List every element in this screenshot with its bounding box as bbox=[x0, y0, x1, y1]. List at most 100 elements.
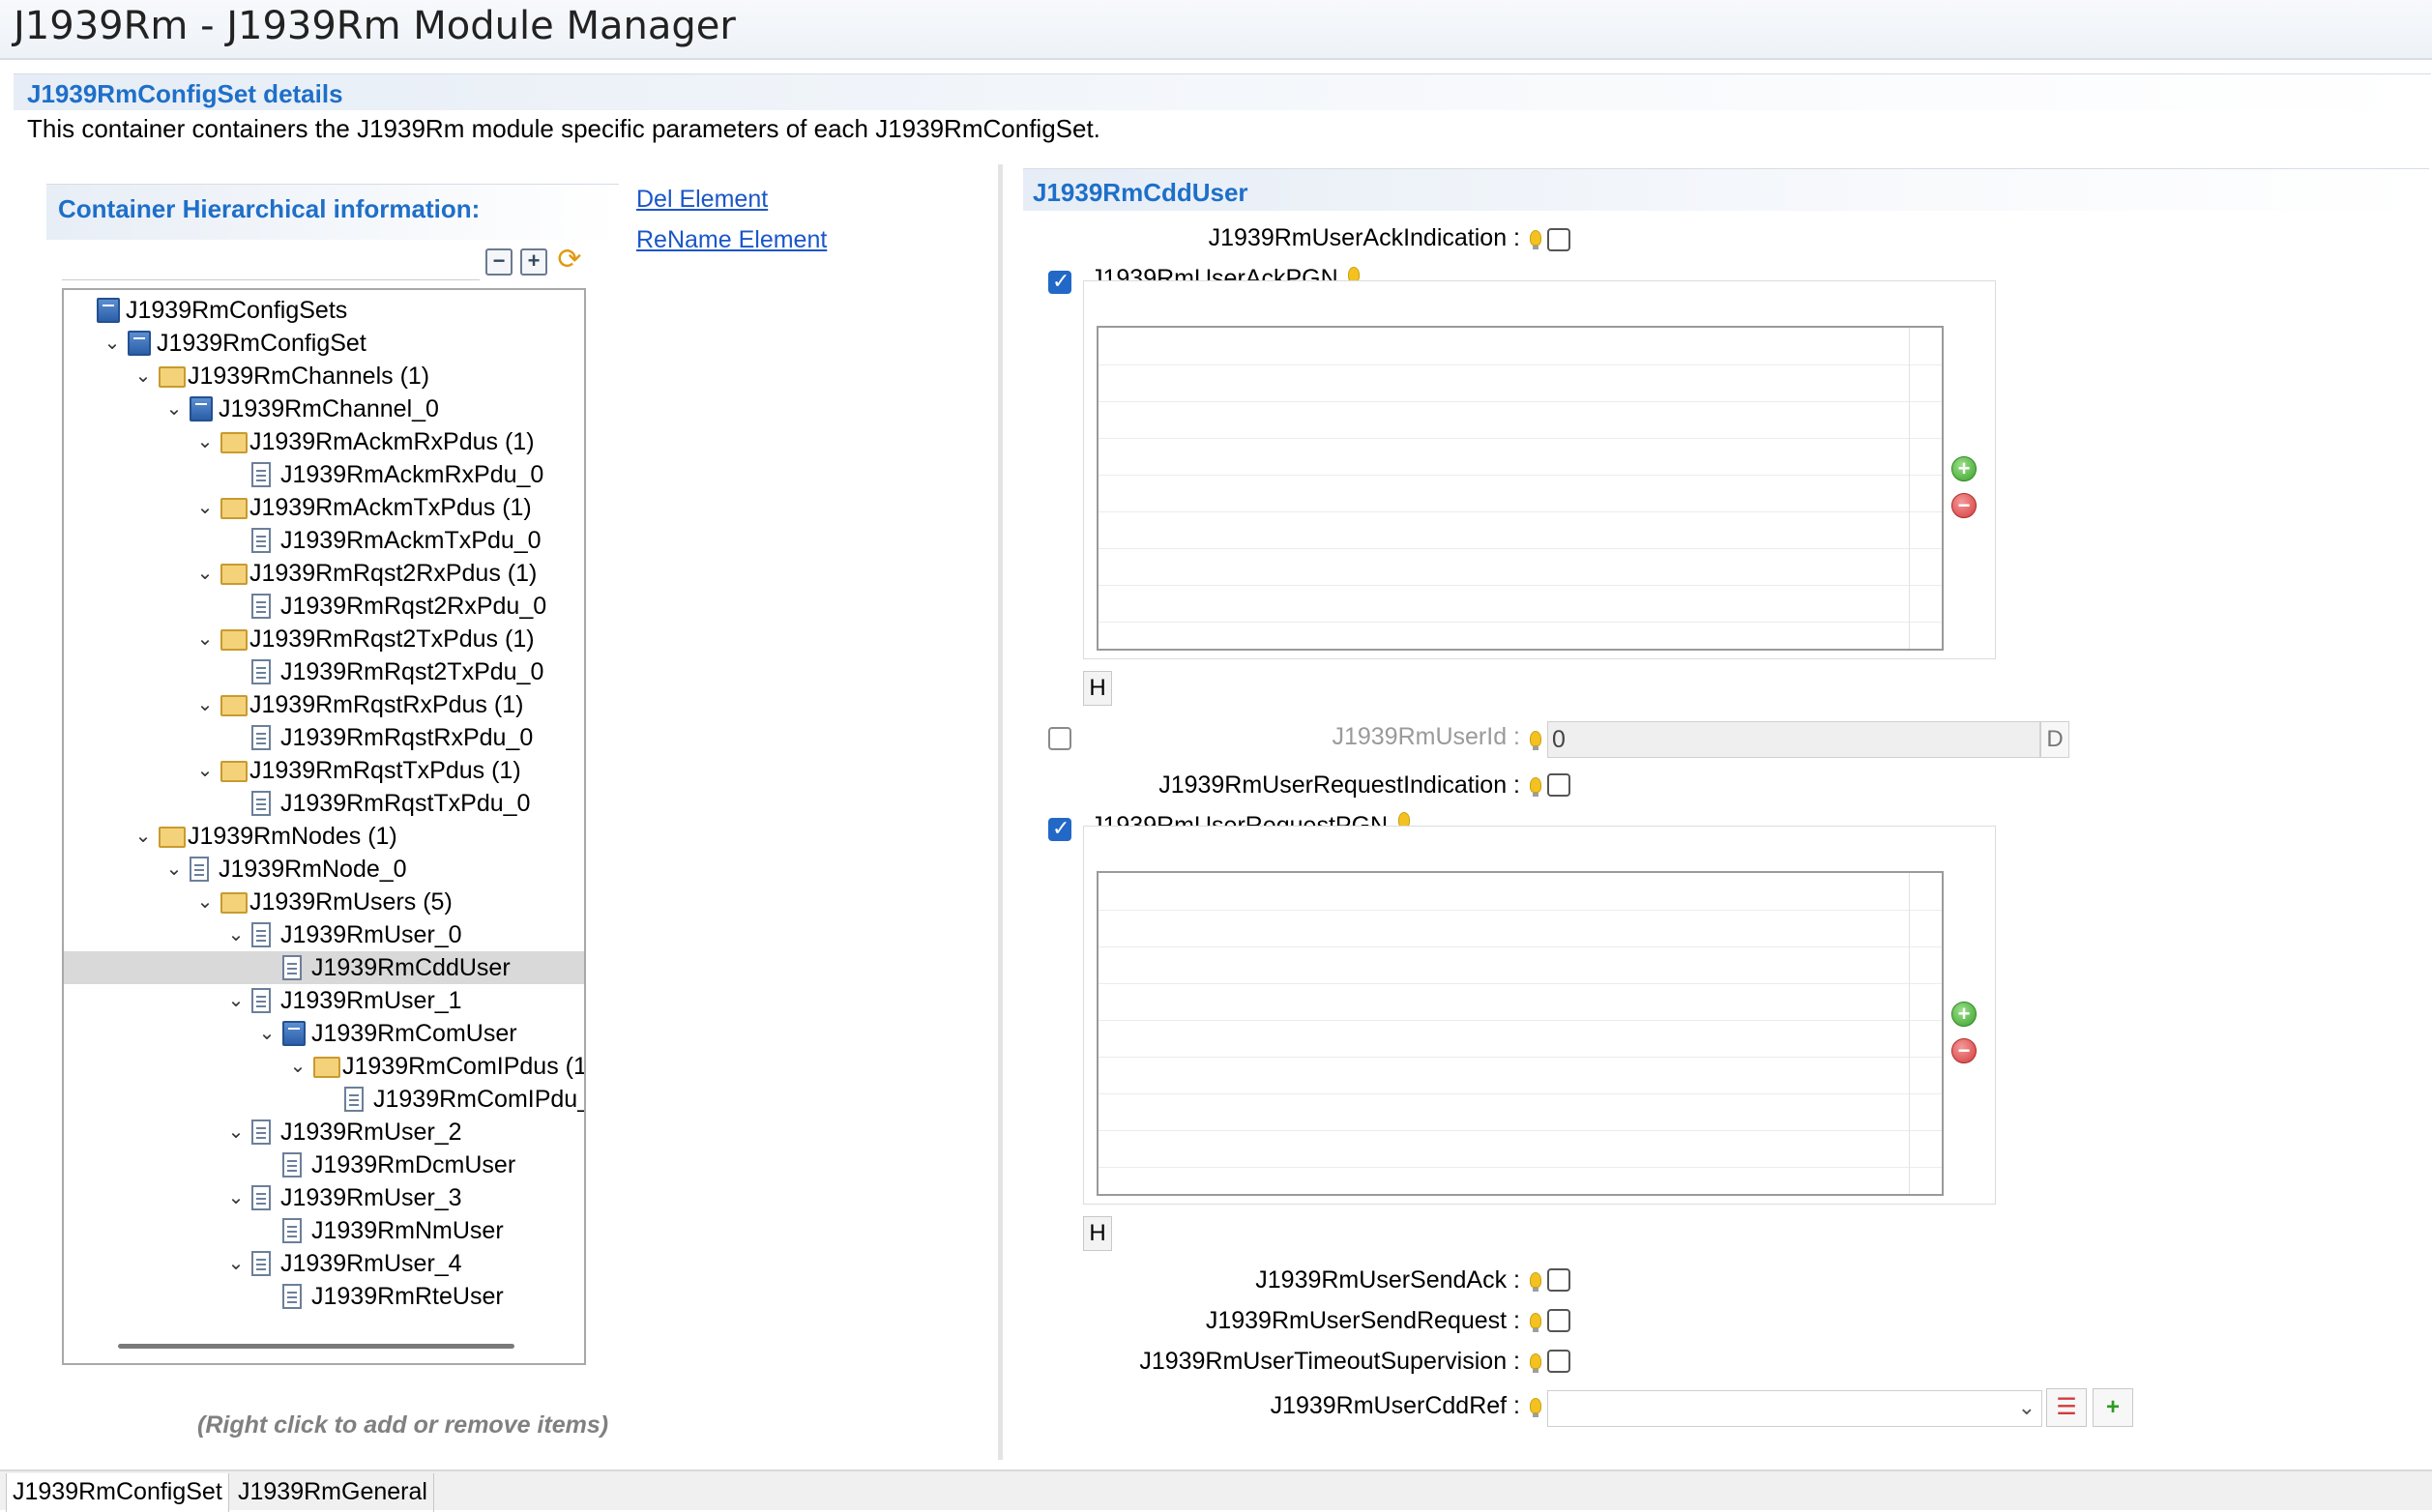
tree-item[interactable]: ⌄ J1939RmAckmTxPdus (1) bbox=[64, 491, 584, 524]
chevron-down-icon[interactable]: ⌄ bbox=[132, 822, 155, 851]
tree-item-label: J1939RmNode_0 bbox=[219, 856, 407, 883]
tree-item[interactable]: J1939RmCddUser bbox=[64, 951, 584, 984]
tree-item[interactable]: J1939RmComIPdu_0 bbox=[64, 1083, 584, 1116]
chevron-down-icon[interactable]: ⌄ bbox=[224, 1249, 248, 1278]
tree-item[interactable]: ⌄ J1939RmUser_0 bbox=[64, 918, 584, 951]
rename-element-link[interactable]: ReName Element bbox=[636, 226, 827, 254]
tree-item[interactable]: J1939RmAckmRxPdu_0 bbox=[64, 458, 584, 491]
tree-item[interactable]: J1939RmRqstTxPdu_0 bbox=[64, 787, 584, 820]
chevron-down-icon[interactable]: ⌄ bbox=[132, 362, 155, 391]
document-icon bbox=[190, 857, 209, 882]
send-request-checkbox[interactable] bbox=[1547, 1309, 1570, 1332]
list-icon[interactable]: ☰ bbox=[2046, 1388, 2087, 1427]
tree-filter-input[interactable] bbox=[62, 244, 480, 280]
chevron-down-icon[interactable]: ⌄ bbox=[224, 920, 248, 949]
ack-pgn-enable-checkbox[interactable] bbox=[1048, 269, 1071, 294]
request-pgn-enable-checkbox[interactable] bbox=[1048, 816, 1071, 841]
request-pgn-remove-icon[interactable]: − bbox=[1951, 1038, 1977, 1063]
tree-item-label: J1939RmRqstRxPdu_0 bbox=[280, 724, 534, 751]
tree-item[interactable]: ⌄ J1939RmRqstTxPdus (1) bbox=[64, 754, 584, 787]
tree-item[interactable]: ⌄ J1939RmNodes (1) bbox=[64, 820, 584, 853]
tree-item[interactable]: ⌄ J1939RmComIPdus (1) bbox=[64, 1050, 584, 1083]
chevron-down-icon[interactable]: ⌄ bbox=[193, 625, 217, 654]
timeout-supervision-hint-icon[interactable] bbox=[1530, 1353, 1541, 1373]
collapse-all-icon[interactable]: − bbox=[485, 248, 513, 276]
tree-item[interactable]: ⌄ J1939RmUser_2 bbox=[64, 1116, 584, 1149]
chevron-down-icon[interactable]: ⌄ bbox=[2018, 1395, 2036, 1420]
sync-icon[interactable]: ⟳ bbox=[553, 244, 586, 276]
send-ack-hint-icon[interactable] bbox=[1530, 1272, 1541, 1292]
chevron-down-icon[interactable]: ⌄ bbox=[193, 559, 217, 588]
chevron-down-icon[interactable]: ⌄ bbox=[193, 493, 217, 522]
add-reference-icon[interactable]: + bbox=[2093, 1388, 2133, 1427]
tree-item[interactable]: ⌄ J1939RmNode_0 bbox=[64, 853, 584, 886]
user-id-hint-icon[interactable] bbox=[1530, 731, 1541, 750]
chevron-down-icon[interactable]: ⌄ bbox=[193, 887, 217, 916]
tree-item[interactable]: J1939RmDcmUser bbox=[64, 1149, 584, 1181]
tree-item[interactable]: ⌄ J1939RmUsers (5) bbox=[64, 886, 584, 918]
document-icon bbox=[251, 594, 271, 619]
tree-item[interactable]: ⌄ J1939RmRqst2RxPdus (1) bbox=[64, 557, 584, 590]
user-id-enable-checkbox[interactable] bbox=[1048, 727, 1071, 750]
container-icon bbox=[282, 1021, 306, 1046]
expand-all-icon[interactable]: + bbox=[520, 248, 547, 276]
request-pgn-hex-button[interactable]: H bbox=[1083, 1216, 1112, 1251]
del-element-link[interactable]: Del Element bbox=[636, 186, 768, 214]
tree-horizontal-scrollbar[interactable] bbox=[118, 1344, 514, 1349]
tree-item[interactable]: ⌄ J1939RmChannels (1) bbox=[64, 360, 584, 393]
folder-icon bbox=[159, 827, 186, 848]
ack-pgn-remove-icon[interactable]: − bbox=[1951, 493, 1977, 518]
chevron-down-icon[interactable]: ⌄ bbox=[193, 690, 217, 719]
tree-item[interactable]: J1939RmAckmTxPdu_0 bbox=[64, 524, 584, 557]
request-indication-hint-icon[interactable] bbox=[1530, 777, 1541, 797]
container-tree[interactable]: J1939RmConfigSets ⌄ J1939RmConfigSet ⌄ J1939… bbox=[62, 288, 586, 1365]
tree-item[interactable]: ⌄ J1939RmUser_4 bbox=[64, 1247, 584, 1280]
tree-item[interactable]: J1939RmRqst2TxPdu_0 bbox=[64, 655, 584, 688]
cdd-ref-select[interactable]: ⌄ bbox=[1547, 1390, 2042, 1427]
request-pgn-table[interactable] bbox=[1097, 871, 1944, 1196]
user-id-field[interactable] bbox=[1547, 721, 2040, 758]
ack-pgn-table[interactable] bbox=[1097, 326, 1944, 651]
tree-item[interactable]: ⌄ J1939RmRqstRxPdus (1) bbox=[64, 688, 584, 721]
chevron-down-icon[interactable]: ⌄ bbox=[255, 1019, 278, 1048]
tab-general[interactable]: J1939RmGeneral bbox=[232, 1473, 434, 1512]
ack-pgn-add-icon[interactable]: + bbox=[1951, 456, 1977, 481]
send-ack-checkbox[interactable] bbox=[1547, 1268, 1570, 1292]
tree-item-label: J1939RmAckmTxPdus (1) bbox=[249, 494, 532, 521]
chevron-down-icon[interactable]: ⌄ bbox=[101, 329, 124, 358]
chevron-down-icon[interactable]: ⌄ bbox=[193, 427, 217, 456]
tree-item[interactable]: J1939RmRteUser bbox=[64, 1280, 584, 1313]
tree-item[interactable]: J1939RmRqstRxPdu_0 bbox=[64, 721, 584, 754]
user-id-format-badge: D bbox=[2040, 721, 2069, 758]
ack-indication-hint-icon[interactable] bbox=[1530, 230, 1541, 249]
chevron-down-icon[interactable]: ⌄ bbox=[162, 394, 186, 423]
document-icon bbox=[251, 1119, 271, 1145]
send-request-hint-icon[interactable] bbox=[1530, 1313, 1541, 1332]
chevron-down-icon[interactable]: ⌄ bbox=[193, 756, 217, 785]
pane-divider[interactable] bbox=[998, 164, 1003, 1460]
tree-item-label: J1939RmUser_3 bbox=[280, 1184, 462, 1211]
ack-indication-checkbox[interactable] bbox=[1547, 228, 1570, 251]
timeout-supervision-checkbox[interactable] bbox=[1547, 1350, 1570, 1373]
request-indication-checkbox[interactable] bbox=[1547, 773, 1570, 797]
chevron-down-icon[interactable]: ⌄ bbox=[162, 855, 186, 884]
tree-item[interactable]: ⌄ J1939RmUser_1 bbox=[64, 984, 584, 1017]
tree-item[interactable]: J1939RmConfigSets bbox=[64, 294, 584, 327]
chevron-down-icon[interactable]: ⌄ bbox=[286, 1052, 309, 1081]
tree-item[interactable]: ⌄ J1939RmComUser bbox=[64, 1017, 584, 1050]
tree-item[interactable]: J1939RmNmUser bbox=[64, 1214, 584, 1247]
tree-item[interactable]: ⌄ J1939RmRqst2TxPdus (1) bbox=[64, 623, 584, 655]
chevron-down-icon[interactable]: ⌄ bbox=[224, 1183, 248, 1212]
cdd-ref-hint-icon[interactable] bbox=[1530, 1398, 1541, 1417]
tree-item[interactable]: ⌄ J1939RmAckmRxPdus (1) bbox=[64, 425, 584, 458]
tree-item[interactable]: ⌄ J1939RmChannel_0 bbox=[64, 393, 584, 425]
tree-item[interactable]: ⌄ J1939RmUser_3 bbox=[64, 1181, 584, 1214]
tree-item[interactable]: J1939RmRqst2RxPdu_0 bbox=[64, 590, 584, 623]
chevron-down-icon[interactable]: ⌄ bbox=[224, 986, 248, 1015]
document-icon bbox=[251, 528, 271, 553]
tab-configset[interactable]: J1939RmConfigSet bbox=[6, 1473, 229, 1512]
request-pgn-add-icon[interactable]: + bbox=[1951, 1002, 1977, 1027]
tree-item[interactable]: ⌄ J1939RmConfigSet bbox=[64, 327, 584, 360]
ack-pgn-hex-button[interactable]: H bbox=[1083, 671, 1112, 706]
chevron-down-icon[interactable]: ⌄ bbox=[224, 1118, 248, 1147]
